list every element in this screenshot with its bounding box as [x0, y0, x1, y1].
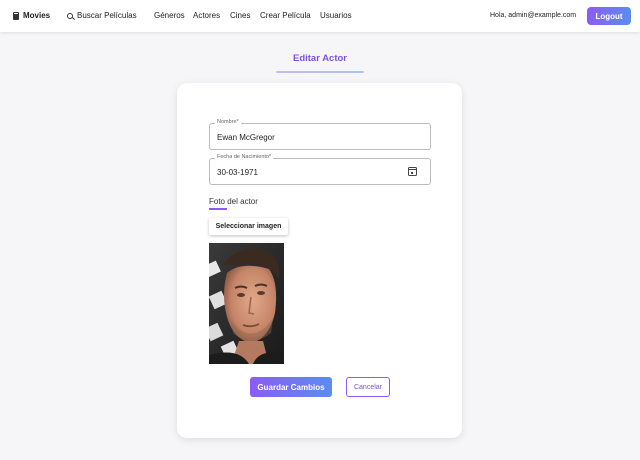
birth-date-field-value: 30-03-1971	[217, 168, 258, 177]
brand-label: Movies	[23, 11, 51, 20]
birth-date-field[interactable]: Fecha de Nacimiento* 30-03-1971	[209, 154, 431, 185]
nav-link-generos[interactable]: Géneros	[154, 11, 185, 20]
nav-link-cines[interactable]: Cines	[230, 11, 250, 20]
save-changes-button[interactable]: Guardar Cambios	[250, 377, 332, 397]
page-title: Editar Actor	[292, 53, 348, 64]
photo-label: Foto del actor	[209, 197, 258, 206]
brand-link[interactable]: Movies	[13, 11, 50, 20]
photo-label-underline	[209, 208, 227, 210]
page-title-underline	[276, 71, 364, 73]
user-greeting: Hola, admin@example.com	[490, 12, 577, 19]
search-icon	[67, 12, 73, 19]
nav-link-crear-pelicula[interactable]: Crear Película	[260, 11, 311, 20]
calendar-icon[interactable]	[408, 167, 417, 176]
name-field-value: Ewan McGregor	[217, 133, 275, 142]
cancel-button[interactable]: Cancelar	[346, 377, 390, 397]
movie-icon	[13, 11, 19, 20]
nav-search-link[interactable]: Buscar Películas	[67, 11, 137, 20]
nav-search-label: Buscar Películas	[77, 11, 137, 20]
name-field-label: Nombre*	[215, 119, 241, 125]
nav-link-actores[interactable]: Actores	[193, 11, 220, 20]
birth-date-field-label: Fecha de Nacimiento*	[215, 154, 274, 160]
logout-button[interactable]: Logout	[587, 7, 631, 25]
actor-photo	[209, 243, 284, 364]
navbar: Movies Buscar Películas Géneros Actores …	[0, 0, 640, 32]
nav-link-usuarios[interactable]: Usuarios	[320, 11, 352, 20]
name-field[interactable]: Nombre* Ewan McGregor	[209, 119, 431, 150]
select-image-button[interactable]: Seleccionar imagen	[209, 218, 288, 235]
